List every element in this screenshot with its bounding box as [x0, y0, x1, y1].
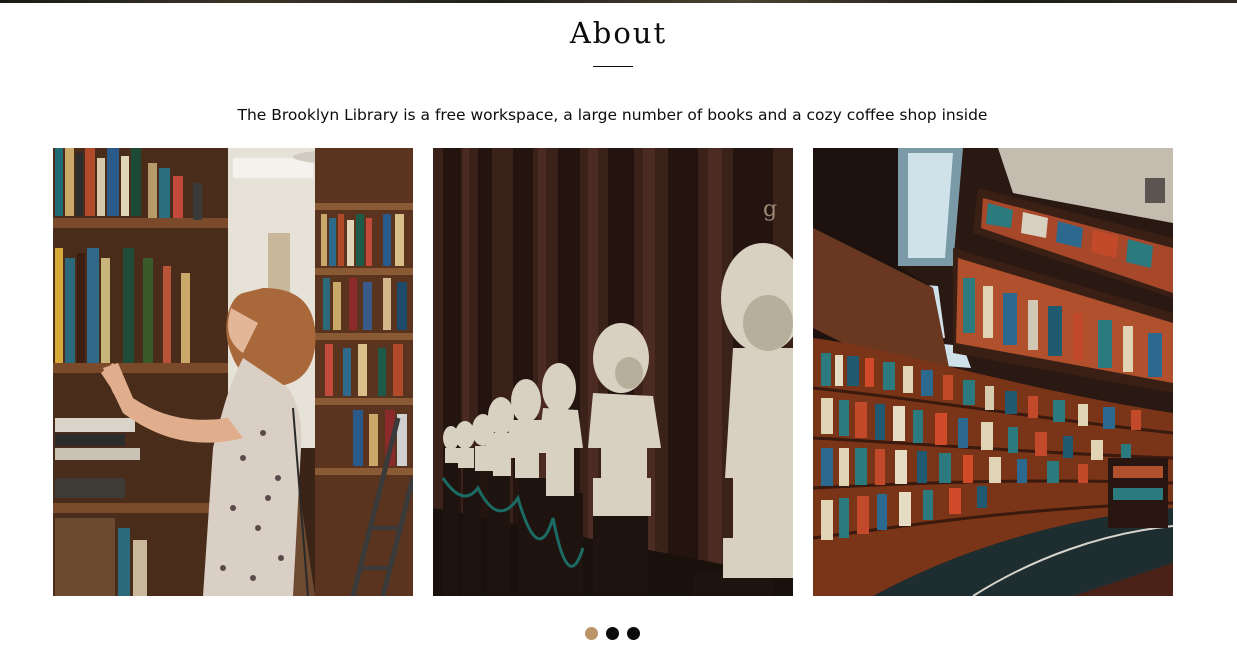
gallery-photo-curved-library[interactable]: [813, 148, 1173, 596]
svg-text:g: g: [763, 197, 777, 222]
woman-bookshelves-image: [53, 148, 413, 596]
section-title: About: [569, 16, 668, 50]
photo-gallery: g: [0, 148, 1237, 596]
slider-dot-3[interactable]: [627, 627, 640, 640]
slider-dot-1[interactable]: [585, 627, 598, 640]
slider-dot-2[interactable]: [606, 627, 619, 640]
marble-busts-image: g: [433, 148, 793, 596]
gallery-photo-woman-bookshelves[interactable]: [53, 148, 413, 596]
curved-library-image: [813, 148, 1173, 596]
gallery-photo-marble-busts[interactable]: g: [433, 148, 793, 596]
slider-pagination: [0, 627, 1225, 640]
section-description: The Brooklyn Library is a free workspace…: [237, 106, 988, 124]
title-divider: [593, 66, 633, 67]
header-image-edge: [0, 0, 1237, 3]
